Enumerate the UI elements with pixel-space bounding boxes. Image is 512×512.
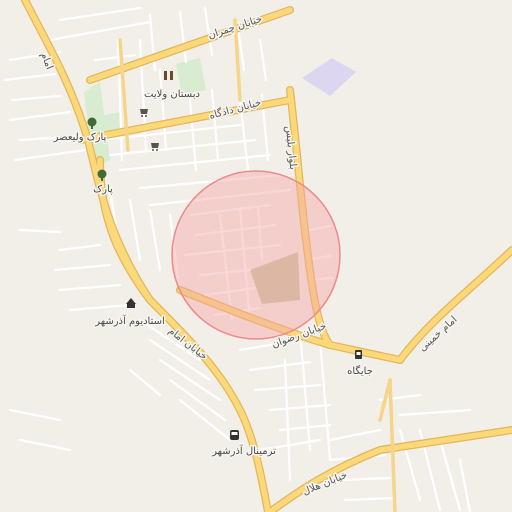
label-park: پارک xyxy=(93,184,113,195)
label-terminal: ترمینال آذرشهر xyxy=(211,444,276,457)
label-stadium: استادیوم آذرشهر xyxy=(94,314,165,327)
bus-icon[interactable] xyxy=(230,430,239,440)
label-station: جایگاه xyxy=(347,365,373,377)
fuel-icon[interactable] xyxy=(355,350,362,359)
map-view[interactable]: خیابان چمران دبستان ولایت خیابان دادگاه … xyxy=(0,0,512,512)
label-park-valiasr: پارک ولیعصر xyxy=(53,132,107,143)
map-canvas[interactable]: خیابان چمران دبستان ولایت خیابان دادگاه … xyxy=(0,0,512,512)
label-velayat-school: دبستان ولایت xyxy=(144,89,200,100)
highlight-circle xyxy=(171,170,341,340)
